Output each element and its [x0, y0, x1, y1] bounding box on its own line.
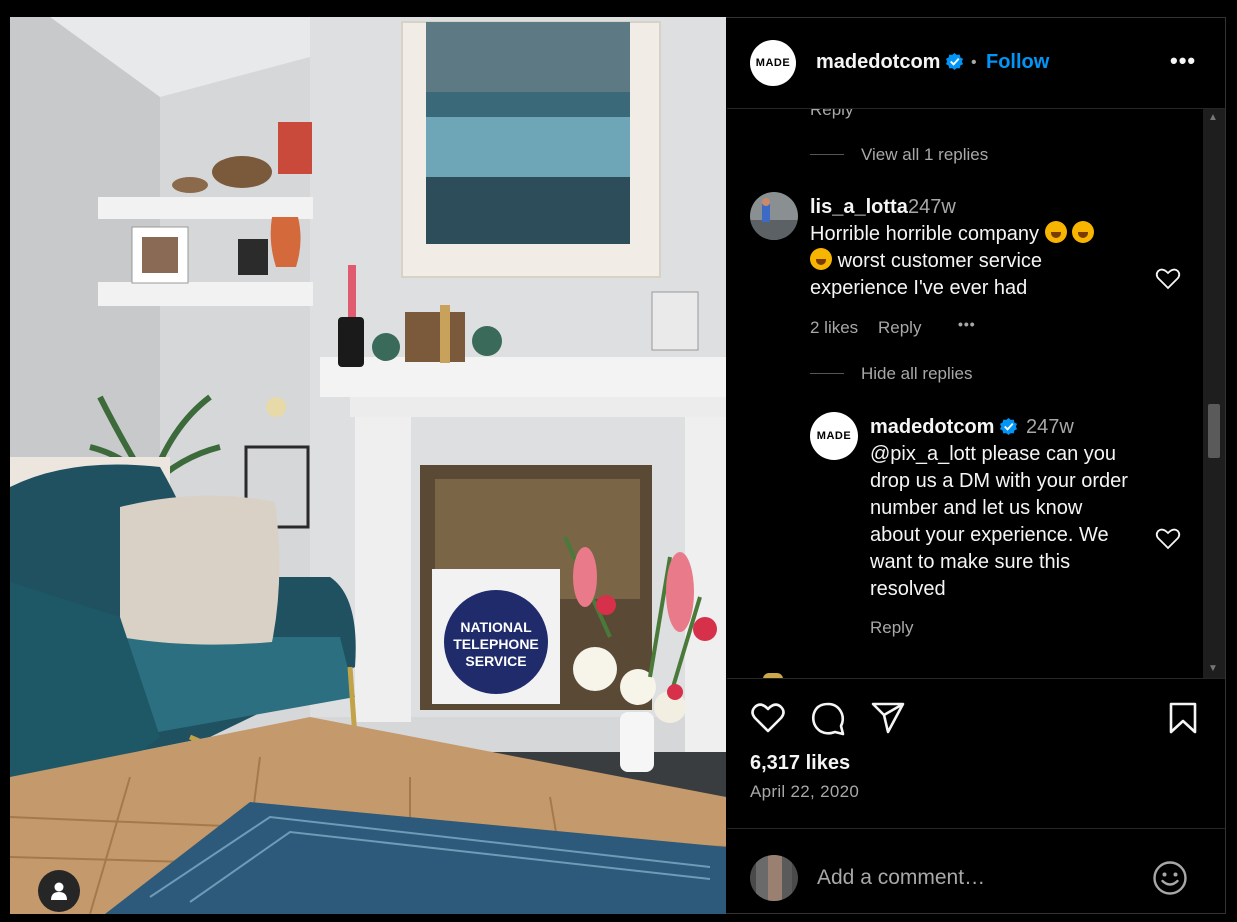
angry-emoji-icon: [1044, 221, 1067, 243]
scroll-down-arrow-icon[interactable]: ▼: [1208, 663, 1218, 674]
angry-emoji-icon: [810, 248, 832, 270]
post-side-panel: MADE madedotcom • Follow ••• Reply View …: [727, 18, 1225, 913]
commenter-username[interactable]: lis_a_lotta: [810, 194, 908, 221]
comment-text-line-1: Horrible horrible company: [810, 221, 1095, 248]
hide-replies-divider: [810, 373, 844, 374]
hide-replies-button[interactable]: Hide all replies: [861, 360, 973, 387]
angry-emoji-icon: [1072, 221, 1095, 243]
comment-like-heart-icon[interactable]: [1155, 267, 1181, 291]
reply-age[interactable]: 247w: [1026, 414, 1074, 441]
living-room-photo: NATIONAL TELEPHONE SERVICE: [10, 17, 726, 914]
share-icon[interactable]: [870, 701, 906, 735]
commenter-avatar-image: [750, 192, 798, 240]
avatar-logo-text: MADE: [755, 57, 791, 69]
scroll-up-arrow-icon[interactable]: ▲: [1208, 112, 1218, 123]
user-tag-icon: [51, 882, 67, 900]
partial-reply-button[interactable]: Reply: [810, 108, 853, 123]
follow-button[interactable]: Follow: [986, 51, 1049, 74]
replies-divider: [810, 154, 844, 155]
comment-text-line-2: worst customer service: [810, 248, 1042, 275]
commenter-avatar[interactable]: [750, 192, 798, 240]
reply-line-4: about your experience. We: [870, 524, 1109, 546]
author-name-text: madedotcom: [816, 51, 941, 73]
verified-badge-icon: [946, 52, 964, 71]
comment-like-count[interactable]: 2 likes: [810, 314, 858, 341]
post-header: MADE madedotcom • Follow •••: [727, 18, 1225, 109]
comment-line-2-text: worst customer service: [837, 250, 1043, 272]
reply-avatar-logo-text: MADE: [816, 430, 852, 442]
emoji-icon[interactable]: [1152, 860, 1188, 896]
comments-list[interactable]: Reply View all 1 replies lis_a_lotta 247…: [727, 108, 1203, 678]
reply-author-avatar[interactable]: MADE: [810, 412, 858, 460]
comment-line-3-text: experience I've ever had: [810, 277, 1028, 299]
post-date[interactable]: April 22, 2020: [750, 782, 859, 802]
bookmark-icon[interactable]: [1168, 701, 1198, 735]
like-count[interactable]: 6,317 likes: [750, 752, 850, 775]
author-username[interactable]: madedotcom: [816, 51, 964, 74]
post-actions: 6,317 likes April 22, 2020: [727, 678, 1225, 829]
view-replies-button[interactable]: View all 1 replies: [861, 141, 988, 168]
reply-reply-button[interactable]: Reply: [870, 614, 913, 641]
comment-icon[interactable]: [810, 701, 846, 737]
reply-line-5: want to make sure this: [870, 551, 1071, 573]
reply-like-heart-icon[interactable]: [1155, 527, 1181, 551]
reply-line-6: resolved: [870, 578, 946, 600]
reply-username-text: madedotcom: [870, 416, 995, 438]
reply-line-1: @pix_a_lott please can you: [870, 443, 1117, 465]
comment-composer: [727, 828, 1225, 914]
comment-age[interactable]: 247w: [908, 194, 956, 221]
reply-line-2: drop us a DM with your order: [870, 470, 1128, 492]
current-user-avatar-image: [750, 855, 798, 901]
author-avatar[interactable]: MADE: [750, 40, 796, 86]
comment-reply-button[interactable]: Reply: [878, 314, 921, 341]
current-user-avatar: [750, 855, 798, 901]
user-tag-button[interactable]: [38, 870, 80, 912]
header-separator: •: [971, 54, 977, 71]
scrollbar-thumb[interactable]: [1208, 404, 1220, 458]
comment-input[interactable]: [815, 859, 1139, 897]
reply-username[interactable]: madedotcom: [870, 414, 1018, 441]
comment-line-1-text: Horrible horrible company: [810, 223, 1039, 245]
comments-scrollbar[interactable]: ▲ ▼: [1203, 108, 1225, 678]
verified-badge-icon: [1000, 417, 1018, 436]
more-options-button[interactable]: •••: [1170, 48, 1196, 74]
post-image[interactable]: NATIONAL TELEPHONE SERVICE: [10, 17, 726, 914]
svg-text:SERVICE: SERVICE: [465, 653, 526, 669]
like-heart-icon[interactable]: [750, 701, 786, 735]
svg-text:TELEPHONE: TELEPHONE: [453, 636, 539, 652]
reply-line-3: number and let us know: [870, 497, 1083, 519]
svg-text:NATIONAL: NATIONAL: [460, 619, 532, 635]
comment-more-button[interactable]: •••: [958, 311, 976, 338]
